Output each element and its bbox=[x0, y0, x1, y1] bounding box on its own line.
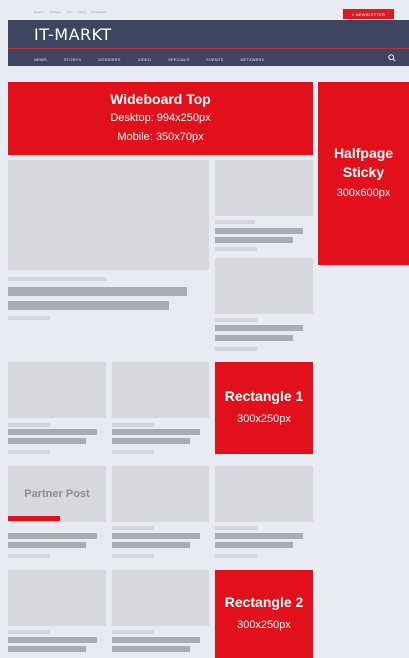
nav-item-specials[interactable]: SPECIALS bbox=[168, 57, 189, 62]
side-article-date bbox=[215, 347, 257, 351]
article-card-image[interactable] bbox=[8, 570, 106, 626]
nav-item-news[interactable]: NEWS bbox=[34, 57, 47, 62]
article-card-title-line1[interactable] bbox=[215, 533, 303, 539]
article-card-date bbox=[112, 450, 154, 454]
top-link-mediadaten[interactable]: Mediadaten bbox=[92, 10, 108, 14]
ad-halfpage-size: 300x600px bbox=[336, 187, 391, 199]
nav-item-events[interactable]: EVENTS bbox=[206, 57, 223, 62]
side-article-category bbox=[215, 220, 255, 224]
side-article-title-line2[interactable] bbox=[215, 335, 293, 341]
main-nav: NEWS STORYS DOSSIERS VIDEO SPECIALS EVEN… bbox=[34, 57, 282, 62]
ad-rectangle-1[interactable]: Rectangle 1 300x250px bbox=[215, 362, 313, 454]
search-icon[interactable] bbox=[388, 54, 396, 62]
article-card-title-line2[interactable] bbox=[215, 542, 293, 548]
side-article-date bbox=[215, 247, 257, 251]
top-link-shop[interactable]: Shop bbox=[78, 10, 85, 14]
article-card-category bbox=[215, 526, 257, 530]
ad-rectangle-1-size: 300x250px bbox=[237, 413, 291, 425]
side-article-title-line1[interactable] bbox=[215, 228, 303, 234]
ad-rectangle-2[interactable]: Rectangle 2 300x250px bbox=[215, 570, 313, 658]
top-link-epaper[interactable]: Epaper bbox=[34, 10, 44, 14]
article-card-category bbox=[8, 630, 50, 634]
hero-article-title-line2[interactable] bbox=[8, 301, 169, 310]
article-card-title-line2[interactable] bbox=[8, 646, 86, 652]
partner-post-marker bbox=[8, 516, 60, 521]
article-card-title-line2[interactable] bbox=[112, 646, 190, 652]
article-card-title-line1[interactable] bbox=[112, 429, 200, 435]
article-card-title-line1[interactable] bbox=[112, 533, 200, 539]
article-card-date bbox=[8, 450, 50, 454]
article-card-title-line1[interactable] bbox=[8, 637, 97, 643]
ad-rectangle-2-size: 300x250px bbox=[237, 619, 291, 631]
article-card-title-line2[interactable] bbox=[8, 438, 86, 444]
header-divider bbox=[8, 48, 409, 49]
top-links: Epaper IT Pager Abo Shop Mediadaten bbox=[34, 10, 113, 14]
side-article-image[interactable] bbox=[215, 258, 313, 314]
article-card-image[interactable] bbox=[112, 466, 209, 522]
article-card-title-line1[interactable] bbox=[8, 429, 97, 435]
hero-article-image[interactable] bbox=[8, 160, 209, 270]
article-card-category bbox=[112, 526, 154, 530]
article-card-title-line2[interactable] bbox=[112, 542, 190, 548]
side-article-title-line1[interactable] bbox=[215, 325, 303, 331]
top-link-abo[interactable]: Abo bbox=[67, 10, 72, 14]
ad-halfpage-title-line2: Sticky bbox=[342, 164, 385, 180]
hero-article-date bbox=[8, 316, 50, 320]
ad-rectangle-2-title: Rectangle 2 bbox=[224, 594, 304, 610]
ad-halfpage-title-line1: Halfpage bbox=[333, 145, 394, 161]
article-card-image[interactable] bbox=[215, 466, 313, 522]
side-article-title-line2[interactable] bbox=[215, 237, 293, 243]
site-header: IT-MARKT NEWS STORYS DOSSIERS VIDEO SPEC… bbox=[8, 20, 409, 66]
article-card-title-line2[interactable] bbox=[8, 542, 86, 548]
article-card-title-line1[interactable] bbox=[112, 637, 200, 643]
top-utility-bar: Epaper IT Pager Abo Shop Mediadaten » NE… bbox=[0, 0, 409, 20]
ad-halfpage-sticky[interactable]: Halfpage Sticky 300x600px bbox=[318, 82, 409, 265]
partner-post-label: Partner Post bbox=[24, 488, 90, 500]
ad-wideboard-top[interactable]: Wideboard Top Desktop: 994x250px Mobile:… bbox=[8, 82, 313, 155]
article-card-date bbox=[215, 554, 257, 558]
nav-item-video[interactable]: VIDEO bbox=[138, 57, 151, 62]
nav-item-netzwerk[interactable]: NETZWERK bbox=[240, 57, 264, 62]
ad-wideboard-mobile-size: Mobile: 350x70px bbox=[117, 131, 204, 143]
article-card-date bbox=[112, 554, 154, 558]
ad-wideboard-title: Wideboard Top bbox=[110, 91, 211, 107]
top-link-it-pager[interactable]: IT Pager bbox=[50, 10, 61, 14]
site-logo[interactable]: IT-MARKT bbox=[34, 25, 112, 44]
nav-item-dossiers[interactable]: DOSSIERS bbox=[98, 57, 120, 62]
article-card-date bbox=[8, 554, 50, 558]
side-article-image[interactable] bbox=[215, 160, 313, 216]
side-article-category bbox=[215, 318, 257, 322]
ad-rectangle-1-title: Rectangle 1 bbox=[224, 388, 304, 404]
article-card-category bbox=[112, 630, 154, 634]
article-card-image[interactable] bbox=[112, 362, 209, 418]
article-card-title-line2[interactable] bbox=[112, 438, 190, 444]
article-card-image[interactable] bbox=[112, 570, 209, 626]
article-card-title-line1[interactable] bbox=[8, 533, 97, 539]
nav-item-storys[interactable]: STORYS bbox=[64, 57, 82, 62]
hero-article-title-line1[interactable] bbox=[8, 287, 187, 296]
article-card-category bbox=[8, 423, 50, 427]
newsletter-button[interactable]: » NEWSLETTER bbox=[343, 9, 394, 19]
hero-article-category bbox=[8, 277, 106, 281]
article-card-image[interactable] bbox=[8, 362, 106, 418]
ad-wideboard-desktop-size: Desktop: 994x250px bbox=[110, 112, 211, 124]
article-card-category bbox=[112, 423, 154, 427]
